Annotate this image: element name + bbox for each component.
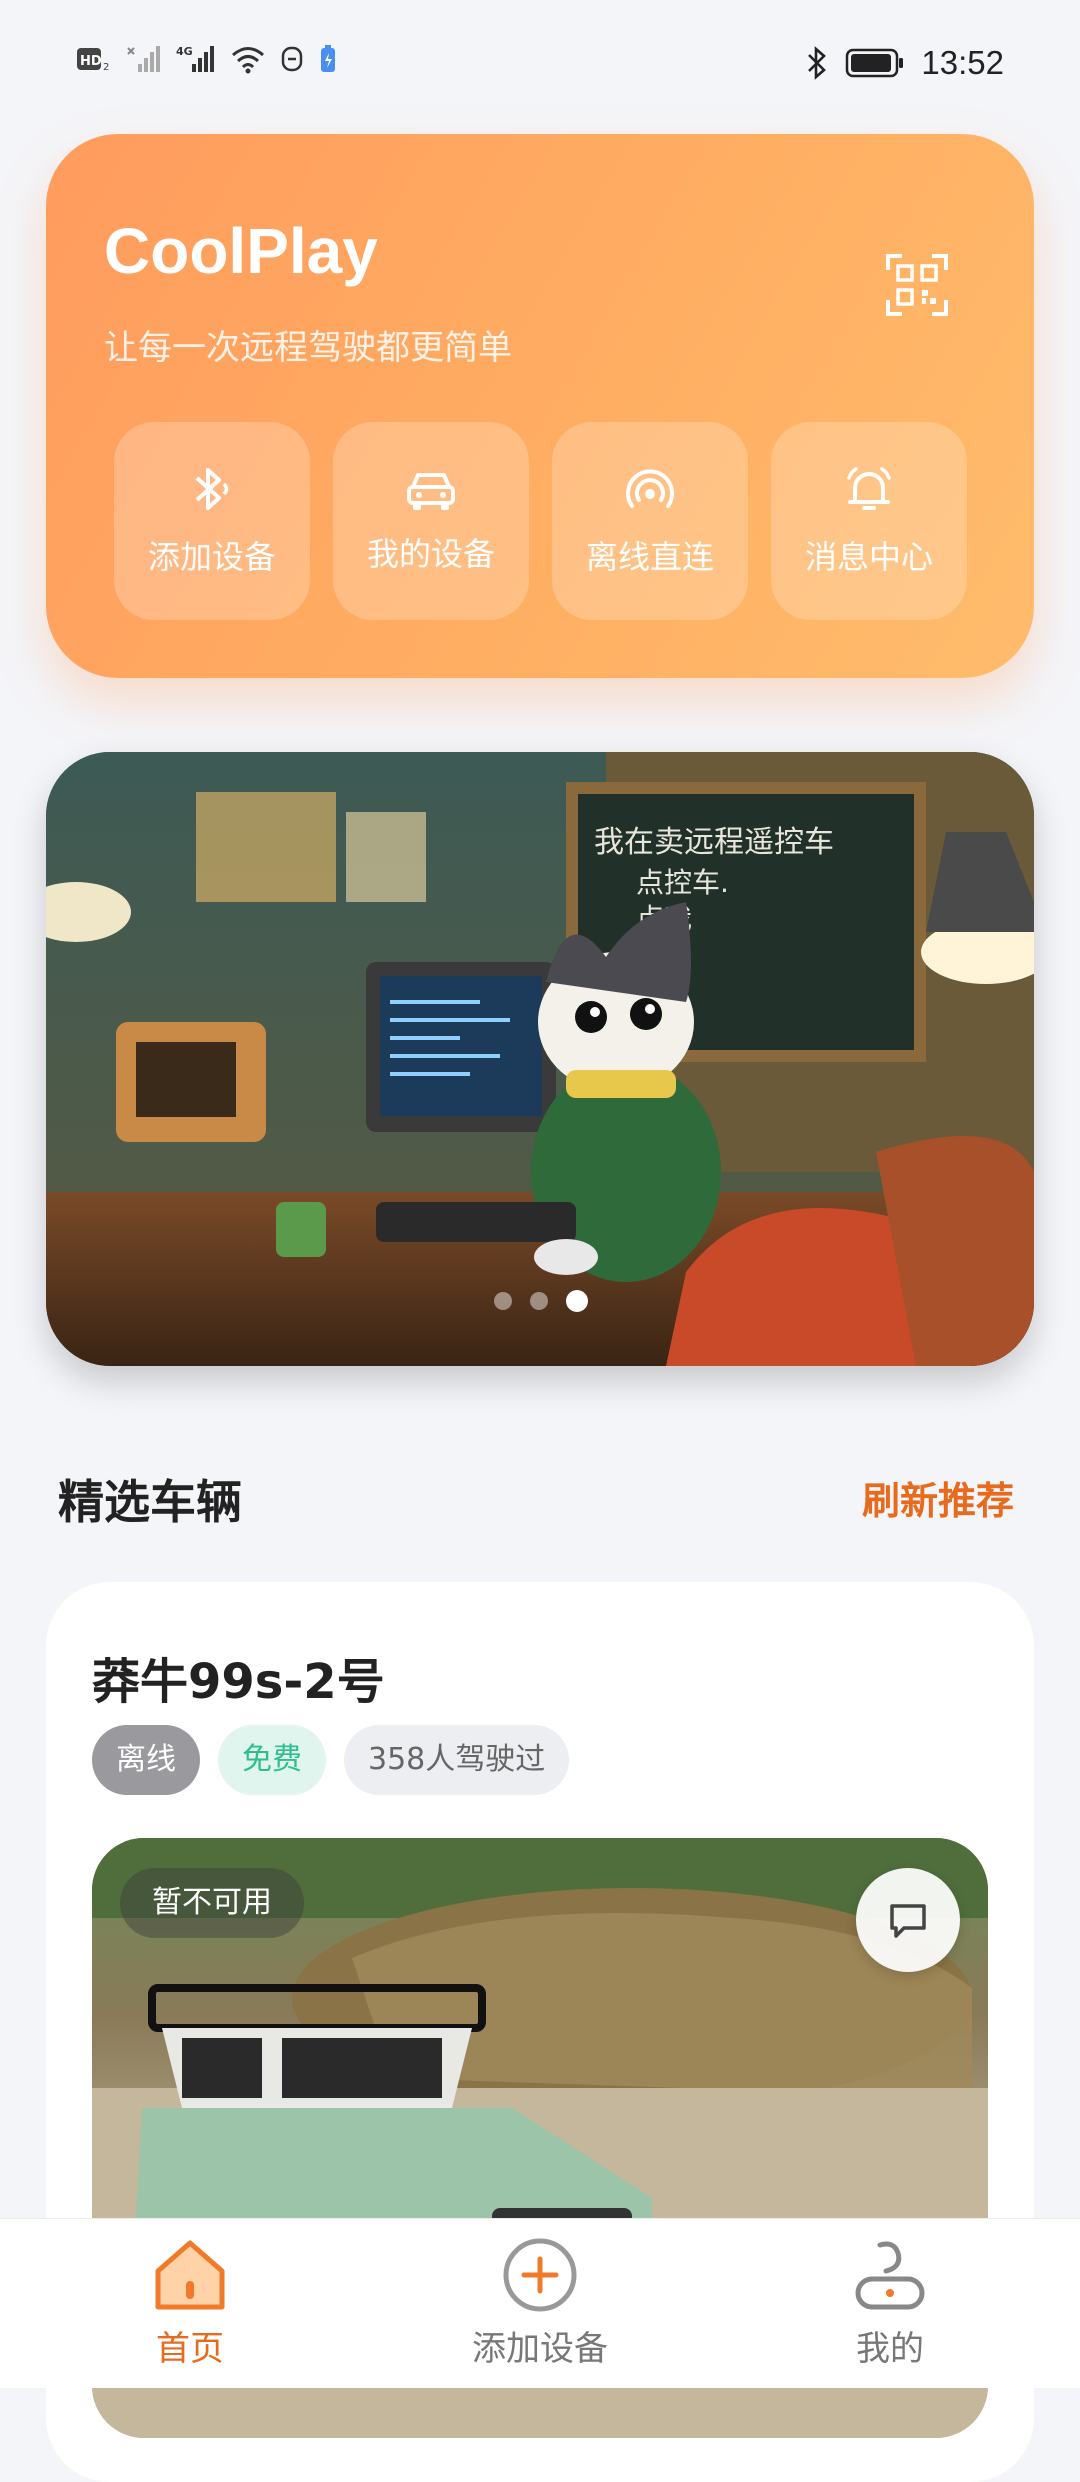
app-subtitle: 让每一次远程驾驶都更简单: [104, 328, 512, 368]
carousel-dot[interactable]: [530, 1292, 548, 1310]
status-icons-right: 13:52: [805, 44, 1004, 82]
svg-text:点控车.: 点控车.: [636, 866, 729, 899]
status-icons-left: HD 2 4G: [76, 44, 338, 74]
unavailable-badge: 暂不可用: [120, 1868, 304, 1938]
tab-home-label: 首页: [156, 2329, 224, 2369]
bluetooth-icon: [808, 46, 827, 80]
banner-image: 我在卖远程遥控车 点控车. 点我: [46, 752, 1034, 1366]
vehicle-tags: 离线 免费 358人驾驶过: [92, 1725, 570, 1795]
quick-add-device-button[interactable]: 添加设备: [114, 422, 310, 620]
chat-button[interactable]: [856, 1868, 960, 1972]
quick-add-device-label: 添加设备: [147, 538, 276, 576]
status-time: 13:52: [921, 44, 1004, 81]
vehicle-name: 莽牛99s-2号: [92, 1654, 385, 1710]
carousel-indicators: [494, 1290, 588, 1312]
profile-icon: [855, 2241, 925, 2310]
battery-saver-icon: [321, 45, 335, 72]
add-circle-icon: [503, 2238, 577, 2312]
chat-icon: [890, 1904, 926, 1938]
bottom-tab-bar: 首页 添加设备 我的: [0, 2218, 1080, 2388]
wireless-icon: [626, 469, 674, 508]
tab-profile-label: 我的: [856, 2329, 924, 2369]
svg-text:4G: 4G: [176, 45, 193, 58]
status-badge: 离线: [92, 1725, 200, 1795]
quick-offline-connect-button[interactable]: 离线直连: [552, 422, 748, 620]
status-bar: HD 2 4G 13:52: [0, 0, 1080, 130]
home-icon: [155, 2240, 225, 2310]
quick-actions: 添加设备 我的设备 离线直连 消息中心: [114, 422, 967, 620]
bluetooth-icon: [195, 468, 229, 510]
app-title: CoolPlay: [104, 215, 378, 287]
quick-message-center-label: 消息中心: [804, 538, 933, 576]
promo-banner[interactable]: 我在卖远程遥控车 点控车. 点我: [46, 752, 1034, 1366]
quick-offline-connect-label: 离线直连: [585, 538, 714, 576]
featured-section-title: 精选车辆: [58, 1475, 242, 1529]
svg-text:HD: HD: [80, 54, 102, 69]
svg-text:我在卖远程遥控车: 我在卖远程遥控车: [594, 825, 834, 860]
tab-home[interactable]: 首页: [60, 2237, 320, 2370]
battery-icon: [846, 48, 904, 78]
quick-my-devices-button[interactable]: 我的设备: [333, 422, 529, 620]
tab-add-device-label: 添加设备: [472, 2329, 608, 2369]
scan-qr-icon[interactable]: [886, 254, 948, 316]
driver-count-badge: 358人驾驶过: [344, 1725, 570, 1795]
tab-add-device[interactable]: 添加设备: [410, 2237, 670, 2370]
quick-message-center-button[interactable]: 消息中心: [771, 422, 967, 620]
signal-icon: [127, 46, 160, 72]
car-icon: [407, 473, 455, 510]
wifi-icon: [232, 47, 264, 74]
quick-my-devices-label: 我的设备: [366, 535, 495, 573]
hero-card: CoolPlay 让每一次远程驾驶都更简单 添加设备 我的设备 离线直连 消息中…: [46, 134, 1034, 678]
carousel-dot[interactable]: [494, 1292, 512, 1310]
refresh-recommendations-link[interactable]: 刷新推荐: [862, 1470, 1014, 1525]
svg-text:2: 2: [103, 62, 109, 73]
tab-profile[interactable]: 我的: [760, 2237, 1020, 2370]
carousel-dot-active[interactable]: [566, 1290, 588, 1312]
hd-icon: HD 2: [77, 48, 109, 73]
4g-signal-icon: 4G: [176, 45, 214, 72]
nfc-icon: [281, 46, 303, 72]
bell-icon: [847, 467, 891, 510]
price-badge: 免费: [218, 1725, 326, 1795]
